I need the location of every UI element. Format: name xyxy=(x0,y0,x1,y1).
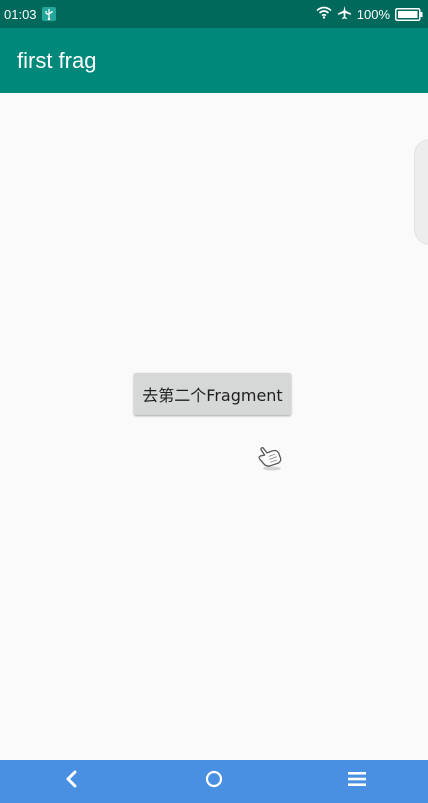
app-bar: first frag xyxy=(0,28,428,93)
go-to-second-fragment-button[interactable]: 去第二个Fragment xyxy=(134,373,291,415)
fragment-content: 去第二个Fragment xyxy=(0,93,428,760)
hand-pointer-icon xyxy=(254,443,286,471)
status-time: 01:03 xyxy=(4,6,37,22)
screen: 01:03 100% first frag 去第二个Fragment xyxy=(0,0,428,803)
wifi-icon xyxy=(316,6,332,22)
back-icon xyxy=(64,770,78,793)
status-right: 100% xyxy=(316,5,423,23)
app-title: first frag xyxy=(17,47,97,73)
usb-icon xyxy=(41,7,56,21)
menu-button[interactable] xyxy=(327,760,387,803)
home-button[interactable] xyxy=(184,760,244,803)
home-icon xyxy=(205,770,223,793)
battery-percent: 100% xyxy=(356,6,390,22)
menu-icon xyxy=(347,771,366,792)
status-bar: 01:03 100% xyxy=(0,0,428,28)
status-left: 01:03 xyxy=(4,7,56,22)
back-button[interactable] xyxy=(41,760,101,803)
airplane-icon xyxy=(337,5,352,23)
edge-swipe-handle[interactable] xyxy=(414,139,428,245)
battery-icon xyxy=(395,7,423,21)
navigation-bar xyxy=(0,760,428,803)
